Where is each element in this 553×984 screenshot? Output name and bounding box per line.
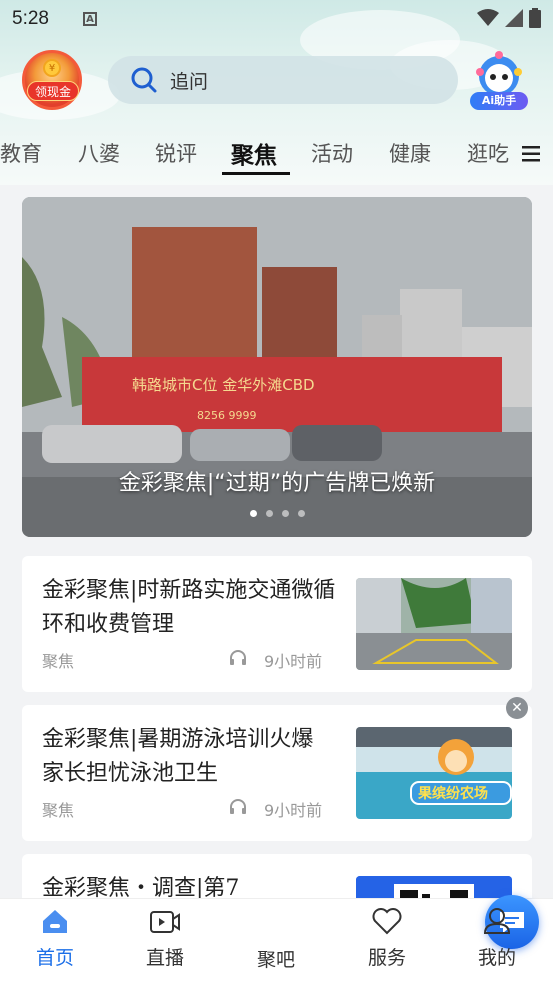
carousel-dot[interactable] [249, 510, 257, 517]
search-placeholder: 追问 [170, 70, 209, 93]
claim-cash-label: 领现金 [27, 81, 79, 101]
status-time: 5:28 [12, 8, 49, 29]
ai-assistant-label: Ai助手 [470, 92, 528, 110]
billboard-text: 韩路城市C位 金华外滩CBD [132, 376, 315, 394]
nav-live[interactable]: 直播 [125, 907, 205, 970]
wifi-icon [477, 9, 499, 26]
nav-home-label: 首页 [35, 947, 74, 969]
thumbnail-overlay-text: 果缤纷农场 [417, 785, 488, 802]
carousel-dot[interactable] [281, 510, 289, 517]
close-icon[interactable]: ✕ [506, 697, 528, 719]
battery-icon [529, 8, 541, 28]
nav-mine-label: 我的 [477, 947, 516, 969]
article-time: 9小时前 [264, 652, 323, 671]
user-icon [483, 908, 511, 934]
carousel-dot[interactable] [297, 510, 305, 517]
tab-education[interactable]: 教育 [0, 138, 42, 168]
billboard-phone: 8256 9999 [197, 409, 257, 422]
bottom-nav: 首页 直播 聚吧 服务 我的 [0, 895, 553, 984]
menu-icon[interactable] [522, 146, 540, 162]
coin-icon: ¥ [43, 59, 61, 77]
heart-icon [372, 908, 402, 935]
article-title: 金彩聚焦|时新路实施交通微循环和收费管理 [42, 578, 336, 637]
signal-icon [505, 9, 523, 27]
carousel-dots [22, 510, 532, 517]
search-input[interactable]: 追问 [108, 56, 458, 104]
nav-forum-label: 聚吧 [256, 949, 295, 971]
search-icon [131, 67, 157, 93]
article-time: 9小时前 [264, 801, 323, 820]
nav-live-label: 直播 [145, 947, 184, 969]
status-icons [477, 8, 541, 28]
nav-services-label: 服务 [367, 947, 406, 969]
claim-cash-button[interactable]: ¥ 领现金 [22, 50, 82, 110]
video-icon [150, 911, 180, 933]
category-tabs: 教育 八婆 锐评 聚焦 活动 健康 逛吃 [0, 132, 553, 180]
nav-home[interactable]: 首页 [15, 907, 95, 970]
ai-assistant-button[interactable]: Ai助手 [466, 50, 532, 112]
nav-forum[interactable]: 聚吧 [236, 895, 539, 972]
headphones-icon[interactable] [228, 797, 248, 817]
status-bar: 5:28 A [0, 0, 553, 38]
tab-commentary[interactable]: 锐评 [155, 138, 197, 168]
home-icon [43, 910, 67, 933]
article-thumbnail: 果缤纷农场 [356, 727, 512, 819]
headphones-icon[interactable] [228, 648, 248, 668]
featured-banner[interactable]: 韩路城市C位 金华外滩CBD 8256 9999 金彩聚焦|“过期”的广告牌已焕… [22, 197, 532, 537]
article-thumbnail [356, 578, 512, 670]
carousel-dot[interactable] [265, 510, 273, 517]
nav-services[interactable]: 服务 [347, 907, 427, 970]
tab-focus[interactable]: 聚焦 [231, 136, 277, 170]
article-source: 聚焦 [42, 801, 75, 820]
tab-food[interactable]: 逛吃 [467, 138, 509, 168]
tab-gossip[interactable]: 八婆 [78, 138, 120, 168]
app-header: ¥ 领现金 追问 Ai助手 [0, 48, 553, 116]
active-tab-indicator [222, 172, 290, 175]
article-card[interactable]: 金彩聚焦|暑期游泳培训火爆 家长担忧泳池卫生 聚焦 9小时前 果缤纷农场 ✕ [22, 697, 532, 841]
robot-mascot-icon [476, 51, 522, 96]
tab-events[interactable]: 活动 [311, 138, 353, 168]
banner-caption: 金彩聚焦|“过期”的广告牌已焕新 [118, 471, 436, 496]
tab-health[interactable]: 健康 [389, 138, 431, 168]
article-source: 聚焦 [42, 652, 75, 671]
nav-mine[interactable]: 我的 [457, 907, 537, 970]
article-card[interactable]: 金彩聚焦|时新路实施交通微循环和收费管理 聚焦 9小时前 [22, 556, 532, 692]
article-title: 金彩聚焦|暑期游泳培训火爆 家长担忧泳池卫生 [42, 727, 314, 786]
notification-icon: A [82, 12, 97, 26]
